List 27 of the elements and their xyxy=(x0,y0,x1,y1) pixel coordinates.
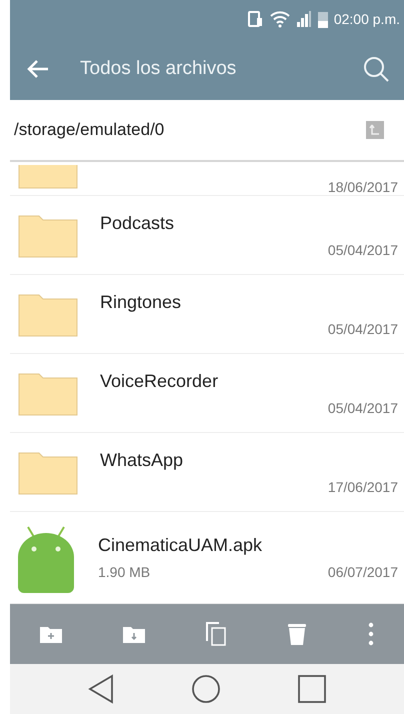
file-name: Podcasts xyxy=(100,212,176,234)
file-name: CinematicaUAM.apk xyxy=(98,535,264,556)
file-row[interactable]: WhatsApp 17/06/2017 xyxy=(10,433,404,512)
folder-path: /storage/emulated/0 xyxy=(14,120,164,140)
file-row[interactable]: Podcasts 05/04/2017 xyxy=(10,196,404,275)
screen-title: Todos los archivos xyxy=(80,58,238,80)
file-size: 1.90 MB xyxy=(98,564,150,580)
file-row[interactable]: CinematicaUAM.apk 1.90 MB 06/07/2017 xyxy=(10,512,404,604)
file-row[interactable]: 18/06/2017 xyxy=(10,162,404,196)
phone-icon xyxy=(246,10,264,28)
file-row[interactable]: Ringtones 05/04/2017 xyxy=(10,275,404,354)
file-date: 18/06/2017 xyxy=(328,179,398,195)
battery-icon xyxy=(318,10,328,28)
file-date: 05/04/2017 xyxy=(328,320,398,336)
wifi-icon xyxy=(270,10,290,28)
more-icon xyxy=(368,622,374,646)
file-row[interactable]: VoiceRecorder 05/04/2017 xyxy=(10,354,404,433)
signal-icon xyxy=(296,10,312,28)
file-date: 05/04/2017 xyxy=(328,400,398,416)
file-date: 05/04/2017 xyxy=(328,242,398,258)
file-name: WhatsApp xyxy=(100,450,184,470)
file-name: Ringtones xyxy=(100,292,182,312)
file-date: 06/07/2017 xyxy=(328,564,398,580)
status-time: 02:00 p.m. xyxy=(334,11,400,27)
file-date: 17/06/2017 xyxy=(328,478,398,494)
folder-icon xyxy=(18,165,78,189)
file-name: VoiceRecorder xyxy=(100,370,220,392)
